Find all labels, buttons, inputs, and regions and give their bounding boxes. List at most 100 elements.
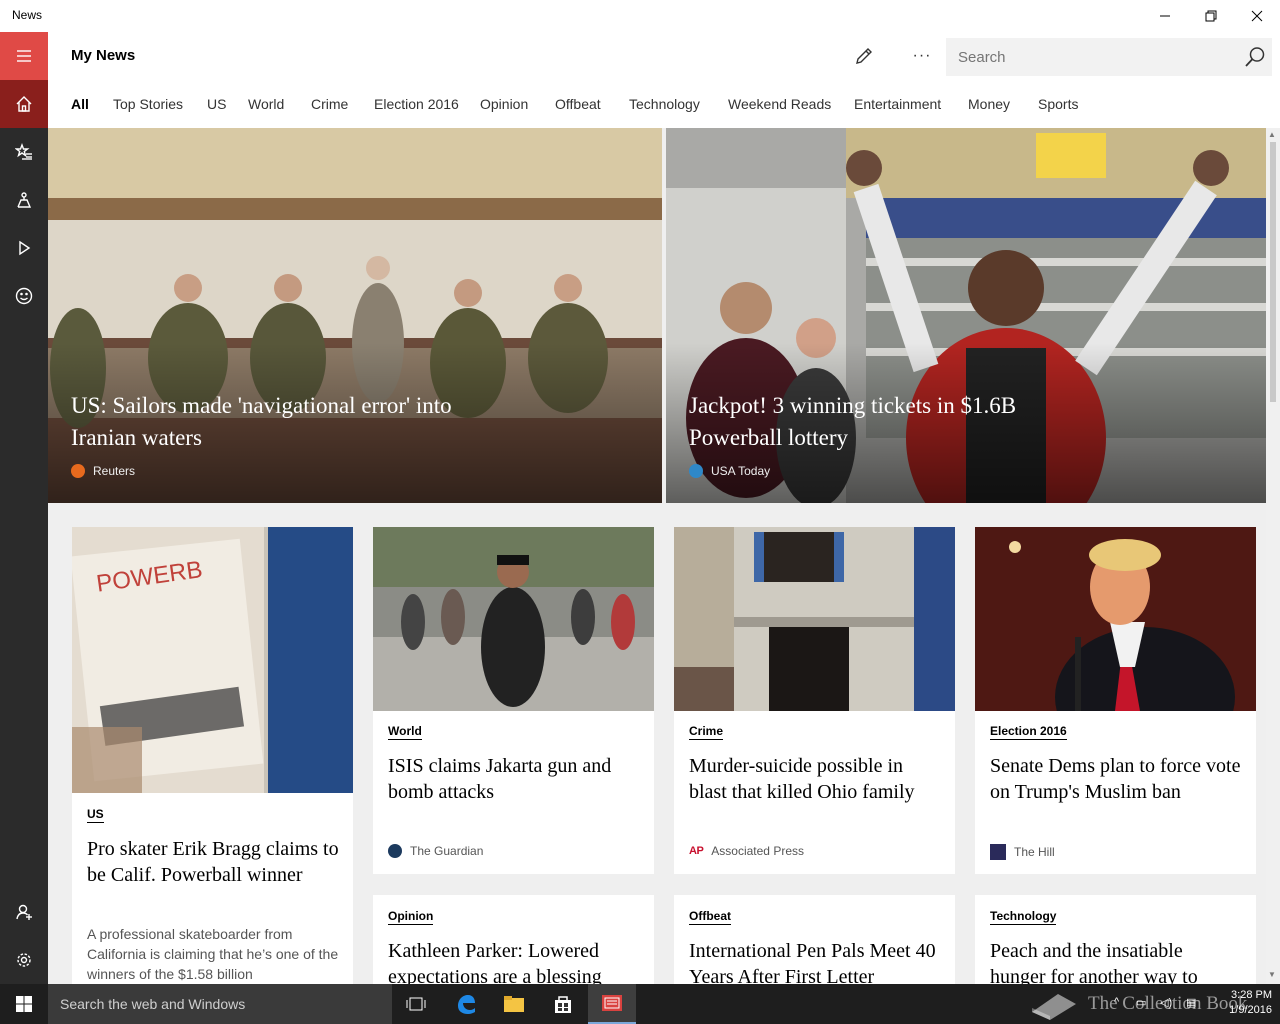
taskbar: Search the web and Windows The Collectio…	[0, 984, 1280, 1024]
hero-story-sailors[interactable]: US: Sailors made 'navigational error' in…	[48, 128, 662, 503]
rail-account[interactable]	[0, 888, 48, 936]
story-card-parker[interactable]: Opinion Kathleen Parker: Lowered expecta…	[373, 895, 654, 984]
hero-source: USA Today	[689, 464, 770, 478]
hamburger-menu-button[interactable]	[0, 32, 48, 80]
lottery-ticket-image: POWERB	[72, 527, 353, 793]
action-center-icon[interactable]: ▤	[1186, 996, 1196, 1009]
card-title[interactable]: International Pen Pals Meet 40 Years Aft…	[689, 938, 941, 984]
tab-all[interactable]: All	[71, 96, 89, 112]
story-card-jakarta[interactable]: World ISIS claims Jakarta gun and bomb a…	[373, 527, 654, 874]
rail-home[interactable]	[0, 80, 48, 128]
search-input[interactable]	[946, 38, 1236, 76]
reuters-logo-icon	[71, 464, 85, 478]
card-title[interactable]: Kathleen Parker: Lowered expectations ar…	[388, 938, 640, 984]
taskbar-news-app[interactable]	[588, 984, 636, 1024]
emoji-icon	[15, 287, 33, 305]
card-title[interactable]: Peach and the insatiable hunger for anot…	[990, 938, 1242, 984]
tab-entertainment[interactable]: Entertainment	[854, 96, 941, 112]
story-card-senate-dems[interactable]: Election 2016 Senate Dems plan to force …	[975, 527, 1256, 874]
category-tabs: All Top Stories US World Crime Election …	[48, 80, 1280, 128]
store-bag-icon	[555, 996, 571, 1013]
card-source-label: Associated Press	[711, 844, 804, 858]
book-logo-icon	[1032, 994, 1076, 1020]
card-category[interactable]: Technology	[990, 909, 1057, 925]
tab-world[interactable]: World	[248, 96, 284, 112]
tab-crime[interactable]: Crime	[311, 96, 348, 112]
video-icon	[19, 240, 31, 256]
tab-technology[interactable]: Technology	[629, 96, 700, 112]
task-view-button[interactable]	[392, 984, 440, 1024]
card-title[interactable]: Pro skater Erik Bragg claims to be Calif…	[87, 836, 339, 888]
rail-interests[interactable]	[0, 128, 48, 176]
rail-settings[interactable]	[0, 936, 48, 984]
rail-video[interactable]	[0, 224, 48, 272]
edit-button[interactable]	[844, 38, 884, 74]
windows-logo-icon	[16, 996, 32, 1012]
scroll-up-icon[interactable]: ▲	[1268, 130, 1276, 139]
card-title[interactable]: Senate Dems plan to force vote on Trump'…	[990, 753, 1242, 805]
network-icon[interactable]: ▭	[1136, 996, 1146, 1009]
usa-today-logo-icon	[689, 464, 703, 478]
tab-election-2016[interactable]: Election 2016	[374, 96, 459, 112]
minimize-button[interactable]	[1142, 0, 1188, 32]
story-card-peach[interactable]: Technology Peach and the insatiable hung…	[975, 895, 1256, 984]
tab-us[interactable]: US	[207, 96, 226, 112]
tab-top-stories[interactable]: Top Stories	[113, 96, 183, 112]
hero-headline[interactable]: Jackpot! 3 winning tickets in $1.6B Powe…	[689, 390, 1109, 454]
tab-sports[interactable]: Sports	[1038, 96, 1078, 112]
scrollbar-thumb[interactable]	[1270, 142, 1276, 402]
card-image	[373, 527, 654, 711]
story-card-pen-pals[interactable]: Offbeat International Pen Pals Meet 40 Y…	[674, 895, 955, 984]
clock-time: 3:28 PM	[1231, 989, 1272, 1001]
hero-source: Reuters	[71, 464, 135, 478]
card-category[interactable]: Election 2016	[990, 724, 1067, 740]
close-icon	[1251, 10, 1263, 22]
taskbar-edge[interactable]	[442, 984, 490, 1024]
card-title[interactable]: Murder-suicide possible in blast that ki…	[689, 753, 941, 805]
card-image	[674, 527, 955, 711]
news-feed: US: Sailors made 'navigational error' in…	[48, 128, 1266, 984]
tab-offbeat[interactable]: Offbeat	[555, 96, 601, 112]
news-app-icon	[602, 995, 622, 1011]
show-hidden-icons-icon[interactable]: ^	[1114, 996, 1119, 1008]
volume-icon[interactable]: ◁)	[1160, 996, 1172, 1009]
card-category[interactable]: US	[87, 807, 104, 823]
vertical-scrollbar[interactable]: ▲ ▼	[1266, 128, 1280, 984]
restore-icon	[1205, 10, 1217, 22]
card-source: AP Associated Press	[689, 844, 804, 858]
navigation-rail	[0, 32, 48, 984]
task-view-icon	[406, 997, 426, 1011]
more-options-button[interactable]: ···	[902, 38, 942, 74]
clock-date: 1/9/2016	[1229, 1004, 1272, 1016]
taskbar-search[interactable]: Search the web and Windows	[48, 984, 392, 1024]
story-card-powerball-skater[interactable]: POWERB US Pro skater Erik Bragg claims t…	[72, 527, 353, 984]
taskbar-store[interactable]	[539, 984, 587, 1024]
home-icon	[16, 96, 32, 112]
card-title[interactable]: ISIS claims Jakarta gun and bomb attacks	[388, 753, 640, 805]
card-source-label: The Hill	[1014, 845, 1055, 859]
close-button[interactable]	[1234, 0, 1280, 32]
story-card-ohio[interactable]: Crime Murder-suicide possible in blast t…	[674, 527, 955, 874]
scroll-down-icon[interactable]: ▼	[1268, 970, 1276, 979]
rail-emoji[interactable]	[0, 272, 48, 320]
hero-headline[interactable]: US: Sailors made 'navigational error' in…	[71, 390, 491, 454]
taskbar-file-explorer[interactable]	[490, 984, 538, 1024]
guardian-logo-icon	[388, 844, 402, 858]
settings-icon	[17, 953, 31, 967]
card-category[interactable]: Crime	[689, 724, 724, 740]
card-image: POWERB	[72, 527, 353, 793]
restore-button[interactable]	[1188, 0, 1234, 32]
tab-opinion[interactable]: Opinion	[480, 96, 528, 112]
hero-story-powerball[interactable]: Jackpot! 3 winning tickets in $1.6B Powe…	[666, 128, 1266, 503]
burned-house-image	[674, 527, 955, 711]
card-source: The Hill	[990, 844, 1055, 860]
tab-money[interactable]: Money	[968, 96, 1010, 112]
system-clock[interactable]: 3:28 PM 1/9/2016	[1214, 988, 1272, 1018]
search-icon[interactable]	[1244, 46, 1266, 68]
start-button[interactable]	[0, 984, 48, 1024]
rail-local[interactable]	[0, 176, 48, 224]
card-category[interactable]: Offbeat	[689, 909, 731, 925]
tab-weekend-reads[interactable]: Weekend Reads	[728, 96, 831, 112]
card-category[interactable]: World	[388, 724, 422, 740]
card-category[interactable]: Opinion	[388, 909, 434, 925]
